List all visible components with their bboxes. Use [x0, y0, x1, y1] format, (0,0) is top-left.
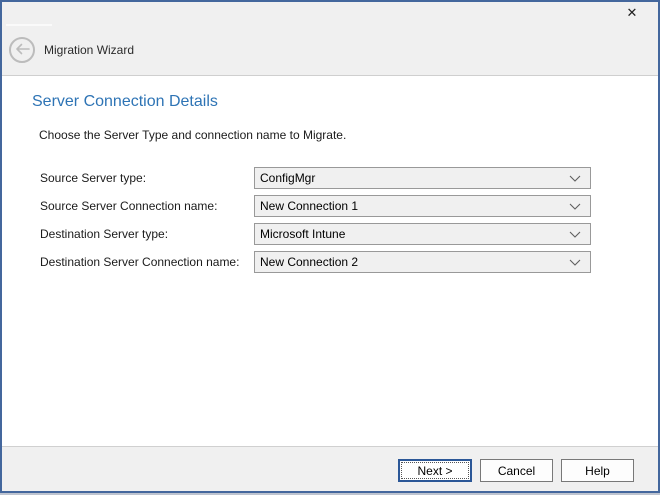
source-connection-name-label: Source Server Connection name: [40, 199, 254, 213]
destination-server-type-label: Destination Server type: [40, 227, 254, 241]
source-connection-name-select[interactable]: New Connection 1 [254, 195, 591, 217]
source-server-type-select[interactable]: ConfigMgr [254, 167, 591, 189]
button-bar: Next > Cancel Help [2, 446, 658, 491]
destination-connection-name-select[interactable]: New Connection 2 [254, 251, 591, 273]
wizard-title: Migration Wizard [44, 43, 134, 57]
field-row-source-connection-name: Source Server Connection name: New Conne… [40, 195, 591, 217]
next-button[interactable]: Next > [398, 459, 472, 482]
destination-connection-name-label: Destination Server Connection name: [40, 255, 254, 269]
back-button[interactable] [9, 37, 35, 63]
destination-server-type-value: Microsoft Intune [260, 227, 345, 241]
chevron-down-icon [569, 175, 581, 182]
page-title: Server Connection Details [32, 93, 218, 111]
titlebar-highlight [6, 24, 52, 26]
source-server-type-value: ConfigMgr [260, 171, 315, 185]
field-row-source-server-type: Source Server type: ConfigMgr [40, 167, 591, 189]
chevron-down-icon [569, 231, 581, 238]
wizard-page: Server Connection Details Choose the Ser… [2, 76, 658, 446]
cancel-button[interactable]: Cancel [480, 459, 553, 482]
title-bar: ✕ [2, 2, 658, 25]
field-row-destination-server-type: Destination Server type: Microsoft Intun… [40, 223, 591, 245]
source-connection-name-value: New Connection 1 [260, 199, 358, 213]
destination-server-type-select[interactable]: Microsoft Intune [254, 223, 591, 245]
field-row-destination-connection-name: Destination Server Connection name: New … [40, 251, 591, 273]
page-description: Choose the Server Type and connection na… [39, 128, 346, 142]
help-button[interactable]: Help [561, 459, 634, 482]
back-arrow-icon [15, 43, 30, 58]
close-icon: ✕ [627, 6, 638, 21]
wizard-header: Migration Wizard [2, 25, 658, 76]
destination-connection-name-value: New Connection 2 [260, 255, 358, 269]
chevron-down-icon [569, 259, 581, 266]
chevron-down-icon [569, 203, 581, 210]
source-server-type-label: Source Server type: [40, 171, 254, 185]
migration-wizard-window: ✕ Migration Wizard Server Connection Det… [0, 0, 660, 493]
close-button[interactable]: ✕ [619, 4, 645, 23]
connection-form: Source Server type: ConfigMgr Source Ser… [40, 167, 591, 279]
